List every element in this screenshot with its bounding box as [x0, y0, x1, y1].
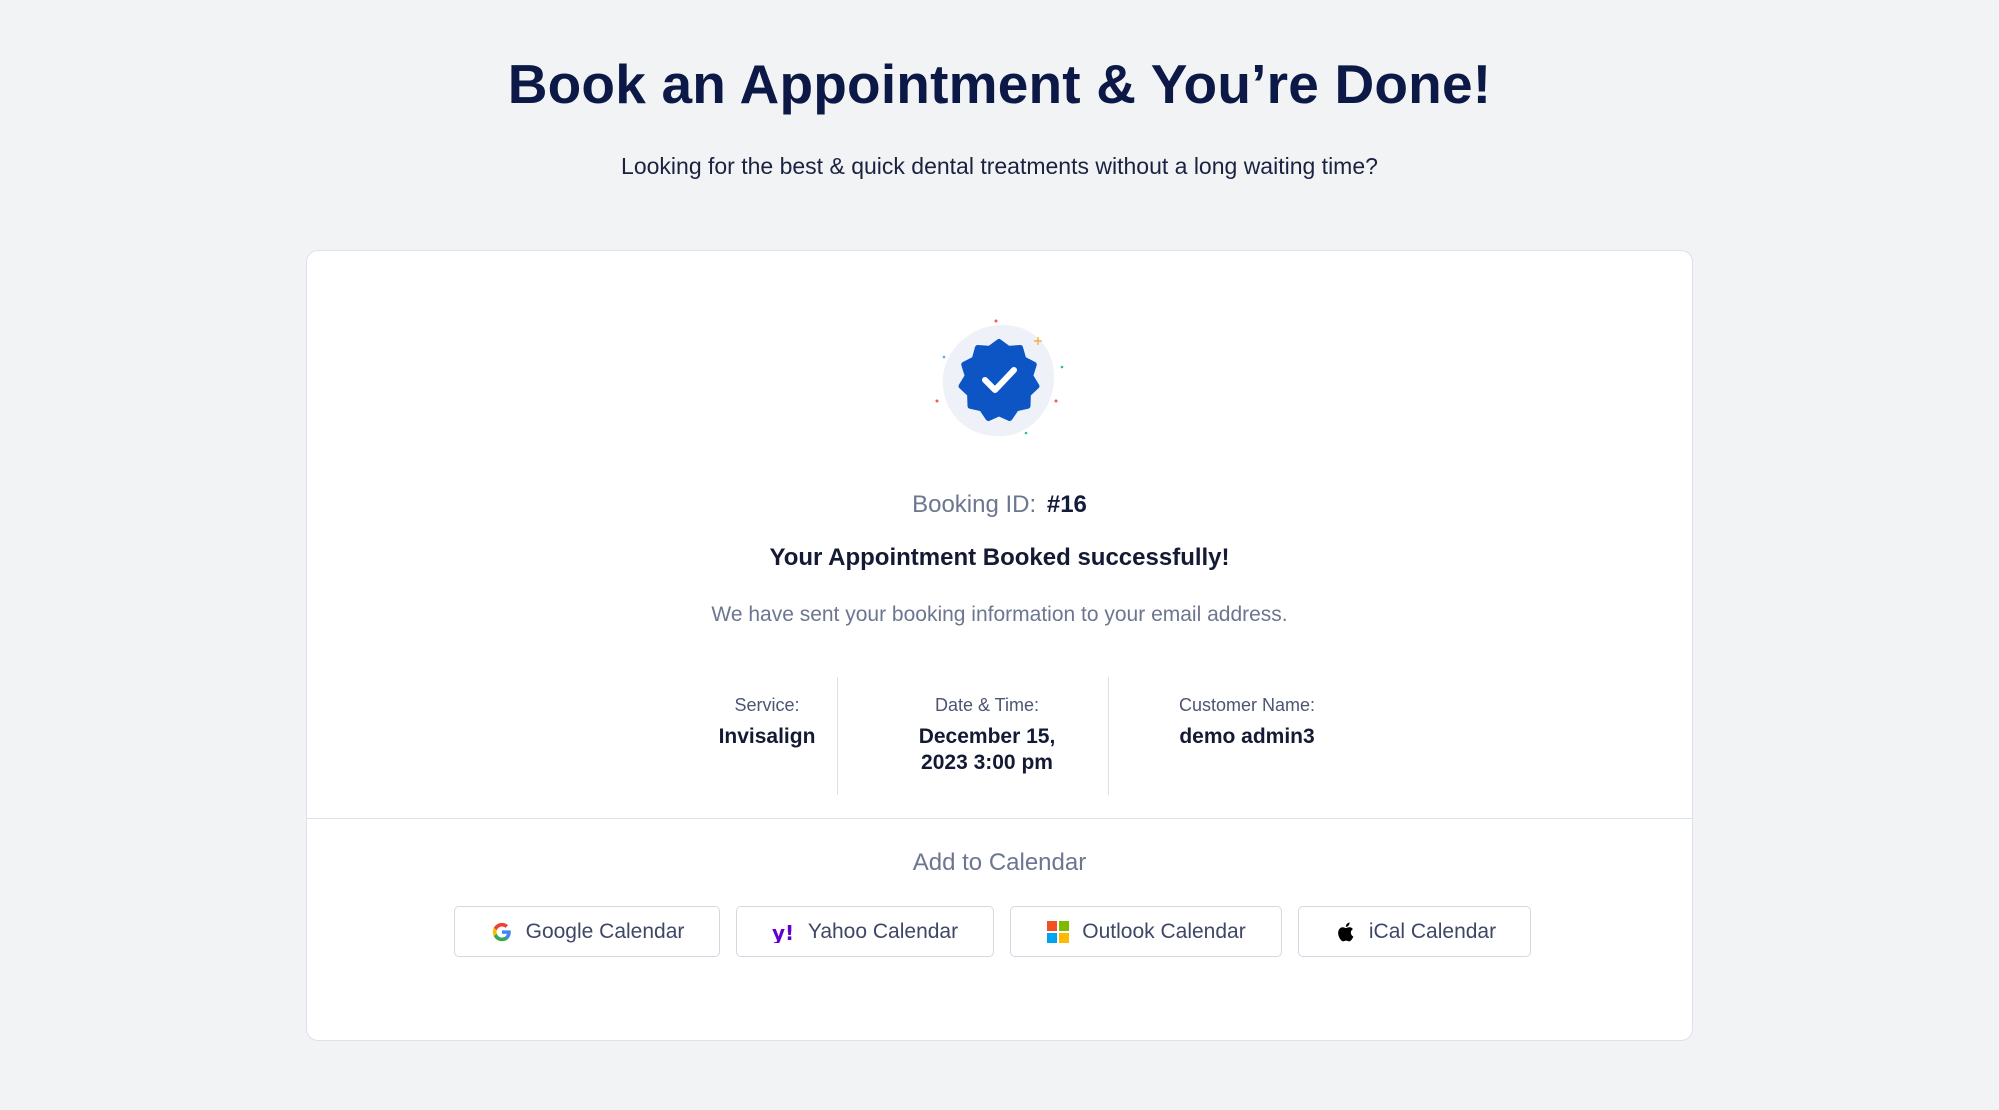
booking-details: Service: Invisalign Date & Time: Decembe…: [307, 677, 1692, 795]
page-title: Book an Appointment & You’re Done!: [507, 53, 1492, 115]
ical-calendar-button[interactable]: iCal Calendar: [1298, 906, 1531, 957]
customer-label: Customer Name:: [1178, 695, 1316, 715]
add-to-calendar-title: Add to Calendar: [912, 849, 1087, 876]
microsoft-icon: [1046, 920, 1070, 944]
detail-datetime: Date & Time: December 15, 2023 3:00 pm: [867, 677, 1107, 795]
confirmation-card: Booking ID: #16 Your Appointment Booked …: [306, 250, 1693, 1041]
verified-badge-icon: [934, 315, 1064, 445]
page-subtitle: Looking for the best & quick dental trea…: [621, 153, 1378, 179]
detail-divider: [837, 677, 838, 795]
outlook-calendar-label: Outlook Calendar: [1082, 919, 1246, 943]
detail-customer: Customer Name: demo admin3: [1127, 677, 1367, 795]
google-calendar-button[interactable]: Google Calendar: [454, 906, 720, 957]
success-message: We have sent your booking information to…: [711, 603, 1288, 626]
datetime-date: December 15,: [918, 725, 1056, 748]
google-calendar-label: Google Calendar: [525, 919, 685, 943]
apple-icon: [1333, 920, 1357, 944]
booking-confirmation-page: Book an Appointment & You’re Done! Looki…: [0, 0, 1999, 1110]
yahoo-calendar-button[interactable]: y! Yahoo Calendar: [736, 906, 994, 957]
svg-text:y!: y!: [772, 921, 794, 943]
success-title: Your Appointment Booked successfully!: [769, 544, 1230, 571]
booking-id-label: Booking ID:: [912, 491, 1037, 518]
google-icon: [490, 920, 514, 944]
section-divider: [307, 818, 1692, 819]
yahoo-icon: y!: [772, 920, 796, 944]
customer-value: demo admin3: [1179, 725, 1315, 748]
outlook-calendar-button[interactable]: Outlook Calendar: [1010, 906, 1282, 957]
booking-id-value: #16: [1046, 491, 1087, 518]
booking-id: Booking ID: #16: [307, 491, 1692, 519]
yahoo-calendar-label: Yahoo Calendar: [807, 919, 959, 943]
datetime-value: December 15, 2023 3:00 pm: [867, 724, 1107, 776]
datetime-label: Date & Time:: [934, 695, 1040, 715]
datetime-time: 2023 3:00 pm: [921, 751, 1053, 774]
detail-divider: [1108, 677, 1109, 795]
ical-calendar-label: iCal Calendar: [1368, 919, 1497, 943]
